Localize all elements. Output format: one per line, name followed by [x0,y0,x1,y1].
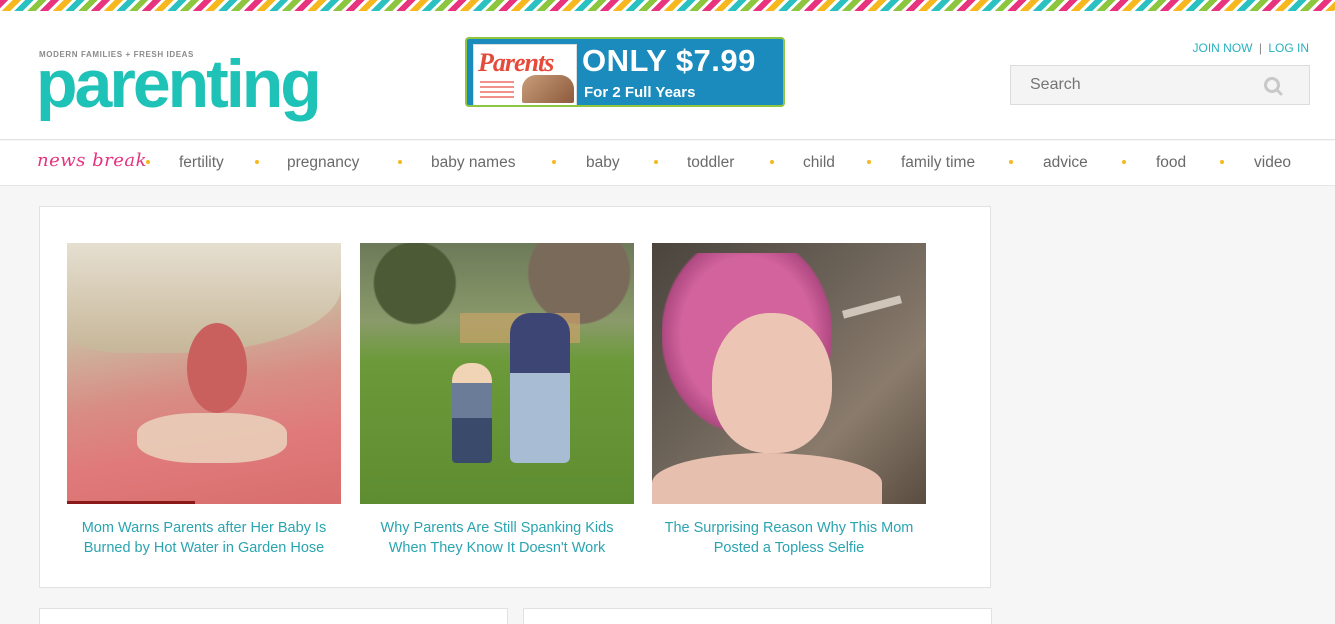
photo-detail [841,295,903,319]
photo-detail [137,413,287,463]
logo-wordmark: parenting [36,46,322,122]
article-tile[interactable]: Why Parents Are Still Spanking Kids When… [360,243,634,558]
nav-separator-dot [552,160,556,164]
auth-separator: | [1258,41,1262,55]
nav-separator-dot [1220,160,1224,164]
nav-item-fertility[interactable]: fertility [179,154,224,172]
cover-photo [522,75,574,103]
article-thumbnail[interactable] [67,243,341,504]
nav-news-break[interactable]: news break [37,150,147,171]
auth-links: JOIN NOW | LOG IN [1193,41,1310,55]
log-in-link[interactable]: LOG IN [1268,41,1309,55]
promo-subtext: For 2 Full Years [584,84,696,101]
site-header: MODERN FAMILIES + FRESH IDEAS parenting … [0,11,1335,140]
nav-separator-dot [867,160,871,164]
nav-item-video[interactable]: video [1254,154,1291,172]
cover-text-decoration [480,81,514,101]
nav-item-baby[interactable]: baby [586,154,620,172]
nav-separator-dot [654,160,658,164]
content-card [523,608,992,624]
content-card [39,608,508,624]
photo-detail [652,453,882,504]
photo-detail [510,313,570,463]
article-thumbnail[interactable] [360,243,634,504]
photo-detail [712,313,832,453]
article-tile[interactable]: Mom Warns Parents after Her Baby Is Burn… [67,243,341,558]
nav-separator-dot [1009,160,1013,164]
promo-price: ONLY $7.99 [582,43,756,78]
search-box [1010,65,1310,105]
nav-separator-dot [255,160,259,164]
article-title-link[interactable]: Mom Warns Parents after Her Baby Is Burn… [67,518,341,558]
nav-separator-dot [398,160,402,164]
article-thumbnail[interactable] [652,243,926,504]
nav-item-toddler[interactable]: toddler [687,154,734,172]
nav-separator-dot [1122,160,1126,164]
nav-item-food[interactable]: food [1156,154,1186,172]
article-title-link[interactable]: Why Parents Are Still Spanking Kids When… [360,518,634,558]
nav-item-child[interactable]: child [803,154,835,172]
magazine-cover-title: Parents [478,48,554,77]
photo-detail [452,363,492,463]
join-now-link[interactable]: JOIN NOW [1193,41,1253,55]
article-tile[interactable]: The Surprising Reason Why This Mom Poste… [652,243,926,558]
nav-item-advice[interactable]: advice [1043,154,1088,172]
search-icon[interactable] [1263,76,1283,96]
search-input[interactable] [1011,66,1251,104]
main-navigation: news break fertility pregnancy baby name… [0,141,1335,186]
nav-separator-dot [770,160,774,164]
photo-detail [67,501,195,504]
photo-detail [187,323,247,413]
nav-separator-dot [146,160,150,164]
featured-articles-card: Mom Warns Parents after Her Baby Is Burn… [39,206,991,588]
nav-item-baby-names[interactable]: baby names [431,154,515,172]
article-title-link[interactable]: The Surprising Reason Why This Mom Poste… [652,518,926,558]
decorative-stripe [0,0,1335,11]
nav-item-family-time[interactable]: family time [901,154,975,172]
nav-item-pregnancy[interactable]: pregnancy [287,154,359,172]
magazine-cover-image: Parents [473,44,577,105]
subscription-promo-banner[interactable]: Parents ONLY $7.99 For 2 Full Years [465,37,785,107]
